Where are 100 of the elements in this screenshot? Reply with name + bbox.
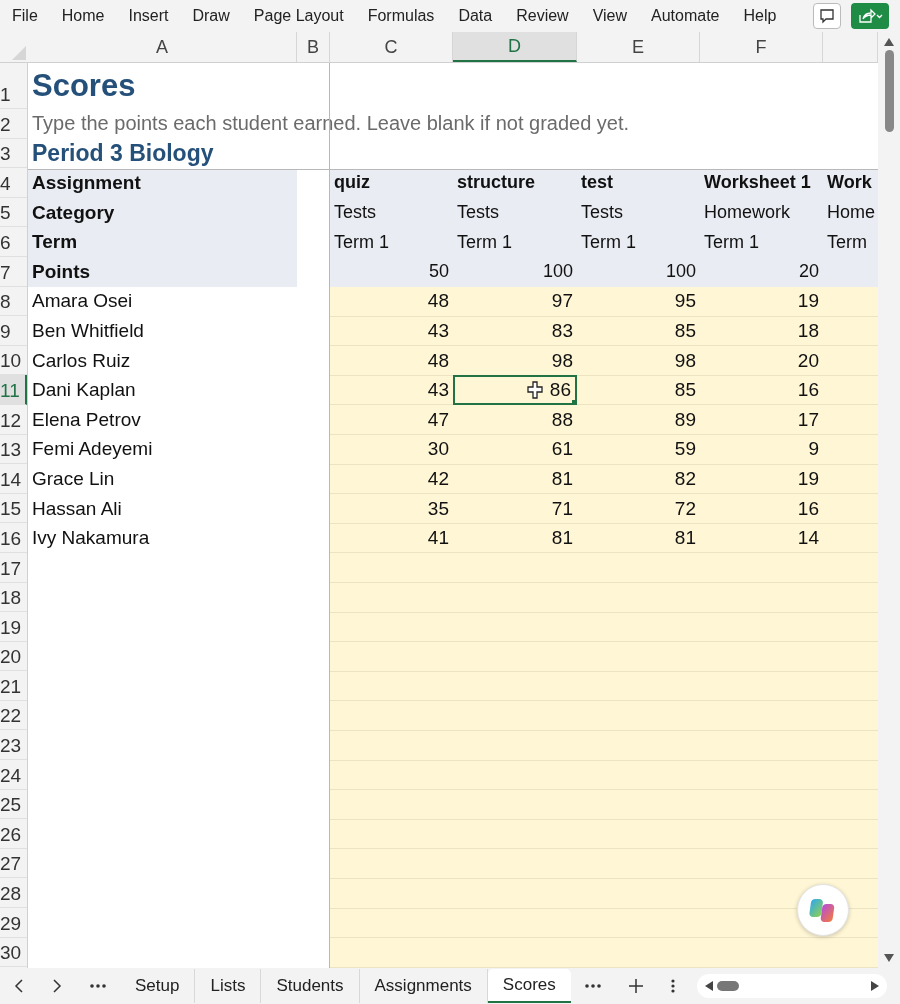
row-header[interactable]: 8 [0, 286, 27, 317]
menu-item[interactable]: Insert [128, 7, 169, 25]
menu-item[interactable]: Data [458, 7, 493, 25]
row-header[interactable]: 15 [0, 493, 27, 524]
score-cell[interactable]: 43 [427, 319, 449, 342]
row-header[interactable]: 11 [0, 375, 27, 405]
row-header[interactable]: 3 [0, 138, 27, 169]
sheet-tab[interactable]: Assignments [359, 969, 488, 1003]
share-button[interactable] [851, 3, 889, 29]
menu-item[interactable]: View [592, 7, 628, 25]
menu-item[interactable]: Home [61, 7, 105, 25]
menu-item[interactable]: Formulas [367, 7, 435, 25]
row-header[interactable]: 27 [0, 848, 27, 879]
row-header[interactable]: 22 [0, 700, 27, 731]
scrollbar-thumb[interactable] [884, 50, 894, 132]
column-header[interactable]: F [700, 32, 823, 62]
column-header[interactable]: B [297, 32, 330, 62]
row-header[interactable]: 16 [0, 523, 27, 553]
menu-item[interactable]: File [12, 7, 38, 25]
row-header[interactable]: 21 [0, 671, 27, 701]
score-cell[interactable]: 82 [674, 467, 696, 490]
score-cell[interactable]: 19 [797, 290, 819, 313]
menu-item[interactable]: Page Layout [253, 7, 344, 25]
row-header[interactable]: 23 [0, 730, 27, 761]
score-cell[interactable]: 18 [797, 319, 819, 342]
sheet-tab[interactable]: Lists [195, 969, 262, 1003]
scroll-up-icon[interactable] [884, 38, 894, 46]
score-cell[interactable]: 81 [551, 527, 573, 550]
score-cell[interactable]: 35 [427, 497, 449, 520]
row-header[interactable]: 19 [0, 612, 27, 642]
menu-item[interactable]: Review [516, 7, 569, 25]
row-header[interactable]: 18 [0, 582, 27, 613]
student-name: Femi Adeyemi [32, 438, 153, 461]
score-cell[interactable]: 48 [427, 290, 449, 313]
score-cell[interactable]: 41 [427, 527, 449, 550]
score-cell[interactable]: 17 [797, 408, 819, 431]
row-header[interactable]: 4 [0, 168, 27, 198]
sheet-tab[interactable]: Students [261, 969, 360, 1003]
row-header[interactable]: 25 [0, 789, 27, 820]
row-header[interactable]: 12 [0, 404, 27, 435]
scrollbar-thumb[interactable] [716, 981, 739, 991]
row-header[interactable]: 13 [0, 434, 27, 465]
row-header[interactable]: 24 [0, 760, 27, 790]
score-cell[interactable]: 43 [427, 379, 449, 402]
score-cell[interactable]: 14 [797, 527, 819, 550]
score-cell[interactable]: 98 [674, 349, 696, 372]
row-header[interactable]: 7 [0, 256, 27, 287]
sheet-tab[interactable]: Setup [120, 969, 196, 1003]
row-header[interactable]: 17 [0, 552, 27, 583]
row-header[interactable]: 29 [0, 908, 27, 938]
row-header[interactable]: 20 [0, 641, 27, 672]
score-cell[interactable]: 48 [427, 349, 449, 372]
score-cell[interactable]: 30 [427, 438, 449, 461]
row-header[interactable]: 30 [0, 937, 27, 968]
student-name: Hassan Ali [32, 497, 122, 520]
score-cell[interactable]: 81 [551, 467, 573, 490]
column-header[interactable]: D [453, 32, 577, 62]
move-cursor-icon [527, 381, 543, 400]
score-cell[interactable]: 72 [674, 497, 696, 520]
score-cell[interactable]: 85 [674, 379, 696, 402]
score-cell[interactable]: 47 [427, 408, 449, 431]
score-cell[interactable]: 16 [797, 379, 819, 402]
score-cell[interactable]: 95 [674, 290, 696, 313]
score-cell[interactable]: 81 [674, 527, 696, 550]
row-header[interactable]: 9 [0, 316, 27, 346]
row-header[interactable]: 6 [0, 227, 27, 257]
row-header[interactable]: 1 [0, 63, 27, 109]
score-cell[interactable]: 86 [453, 375, 577, 405]
column-header[interactable]: E [577, 32, 700, 62]
score-cell[interactable]: 88 [551, 408, 573, 431]
row-header[interactable]: 26 [0, 819, 27, 849]
score-cell[interactable]: 71 [551, 497, 573, 520]
score-cell[interactable]: 19 [797, 467, 819, 490]
row-header[interactable]: 28 [0, 878, 27, 909]
menu-item[interactable]: Automate [651, 7, 720, 25]
score-cell[interactable]: 98 [551, 349, 573, 372]
score-cell[interactable]: 9 [808, 438, 819, 461]
student-name: Dani Kaplan [32, 379, 136, 402]
sheet-tab[interactable]: Scores [487, 969, 571, 1003]
row-header[interactable]: 2 [0, 109, 27, 139]
score-cell[interactable]: 85 [674, 319, 696, 342]
horizontal-scrollbar[interactable] [696, 974, 887, 998]
scroll-right-icon[interactable] [870, 981, 879, 991]
comments-button[interactable] [813, 3, 841, 29]
row-header[interactable]: 5 [0, 197, 27, 228]
scroll-down-icon[interactable] [884, 954, 894, 962]
menu-item[interactable]: Help [743, 7, 777, 25]
score-cell[interactable]: 59 [674, 438, 696, 461]
score-cell[interactable]: 42 [427, 467, 449, 490]
scroll-left-icon[interactable] [704, 981, 713, 991]
column-header[interactable]: A [28, 32, 297, 62]
score-cell[interactable]: 97 [551, 290, 573, 313]
row-header[interactable]: 14 [0, 464, 27, 494]
score-cell[interactable]: 83 [551, 319, 573, 342]
score-cell[interactable]: 16 [797, 497, 819, 520]
score-cell[interactable]: 20 [797, 349, 819, 372]
score-cell[interactable]: 61 [551, 438, 573, 461]
chevron-right-icon [52, 979, 62, 993]
score-cell[interactable]: 89 [674, 408, 696, 431]
menu-item[interactable]: Draw [192, 7, 230, 25]
